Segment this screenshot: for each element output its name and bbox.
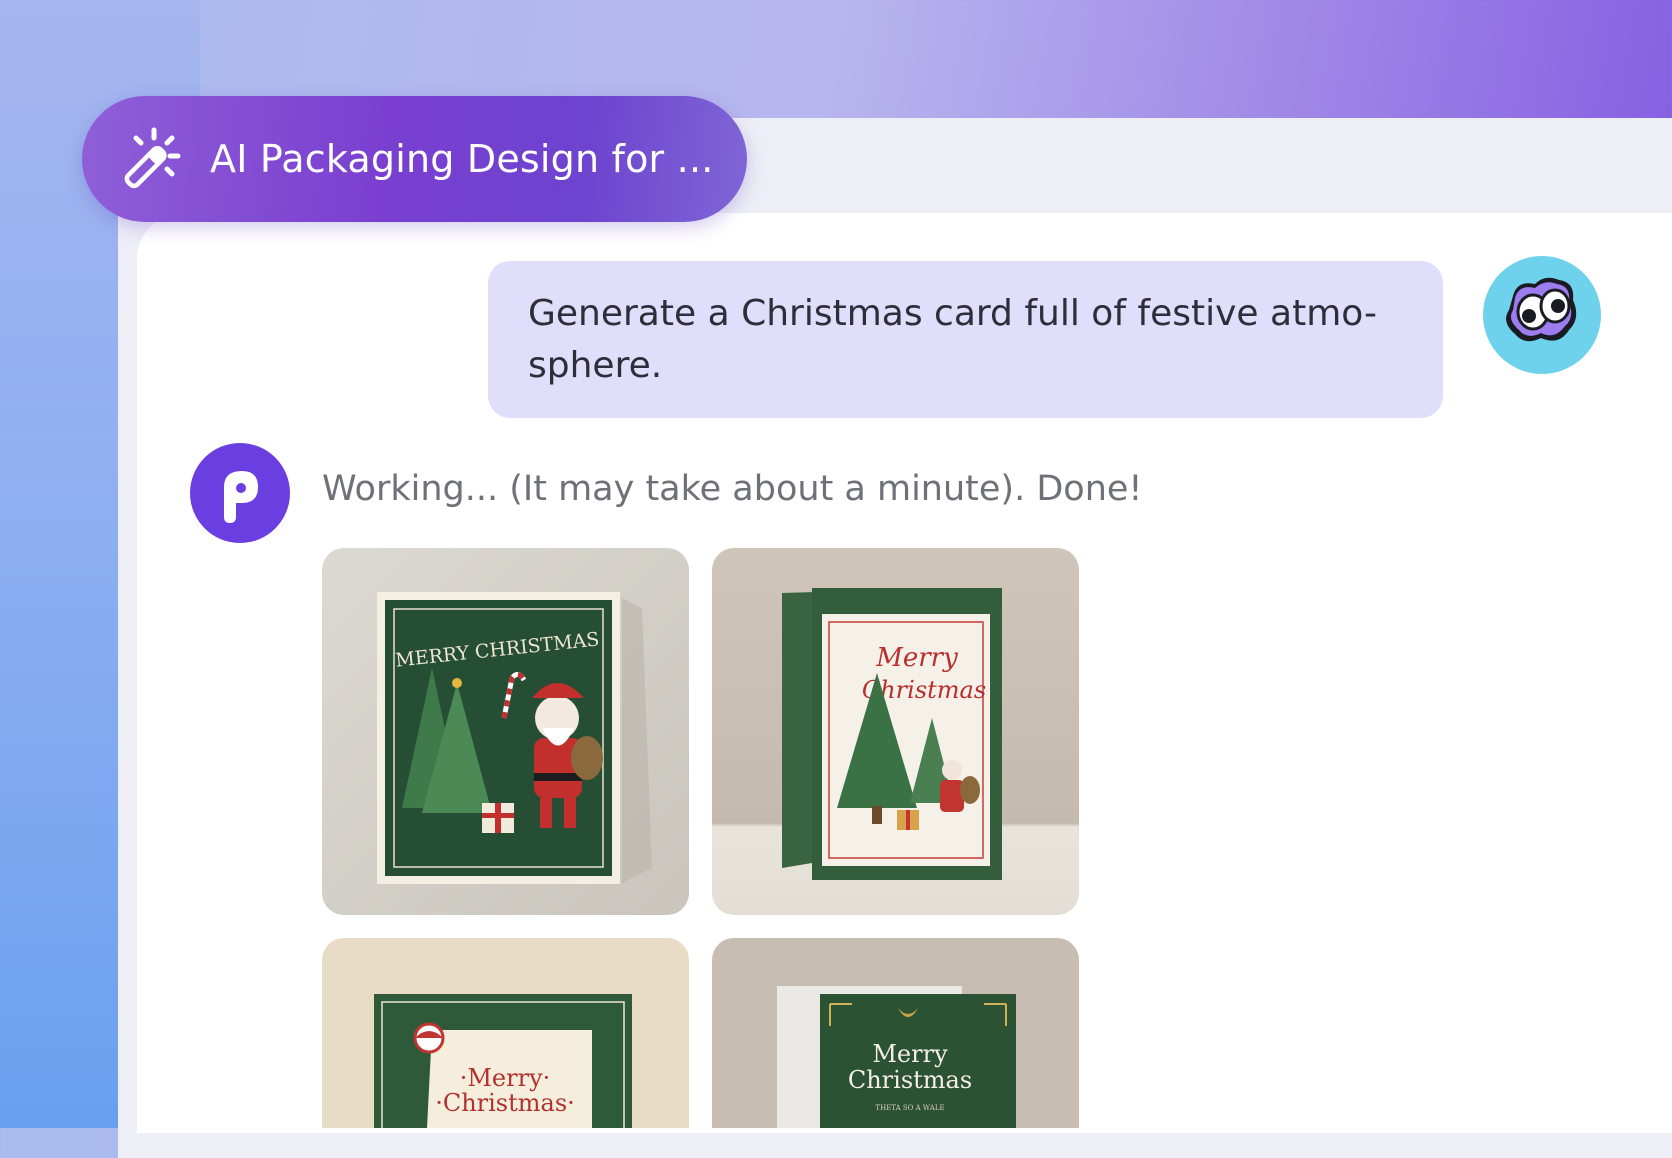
card-heading-line1: ·Merry· (460, 1064, 551, 1092)
user-avatar[interactable] (1483, 256, 1601, 374)
card-heading-line1: Merry (872, 1040, 948, 1068)
p-logo-icon (224, 471, 258, 523)
christmas-card-image: Merry Christmas (712, 548, 1079, 915)
googly-eyes-avatar-icon (1506, 277, 1577, 342)
result-image-2[interactable]: Merry Christmas (712, 548, 1079, 915)
card-heading-line2: ·Christmas· (435, 1089, 575, 1117)
result-image-1[interactable]: MERRY CHRISTMAS (322, 548, 689, 915)
conversation-title-pill[interactable]: AI Packaging Design for ... (82, 96, 747, 222)
assistant-status-text: Working... (It may take about a minute).… (322, 469, 1143, 509)
christmas-card-image: ·Merry· ·Christmas· (322, 938, 689, 1128)
conversation-title: AI Packaging Design for ... (210, 137, 714, 181)
card-tagline: THETA SO A WALE (875, 1104, 944, 1112)
magic-wand-icon (124, 127, 181, 189)
card-heading-line2: Christmas (848, 1066, 972, 1094)
user-message-text: Generate a Christmas card full of festiv… (528, 293, 1377, 386)
result-image-4[interactable]: Merry Christmas THETA SO A WALE (712, 938, 1079, 1128)
user-message-bubble: Generate a Christmas card full of festiv… (488, 261, 1443, 418)
christmas-card-image: Merry Christmas THETA SO A WALE (712, 938, 1079, 1128)
assistant-avatar (190, 443, 290, 543)
result-image-3[interactable]: ·Merry· ·Christmas· (322, 938, 689, 1128)
card-heading-line1: Merry (875, 643, 958, 673)
christmas-card-image: MERRY CHRISTMAS (322, 548, 689, 915)
